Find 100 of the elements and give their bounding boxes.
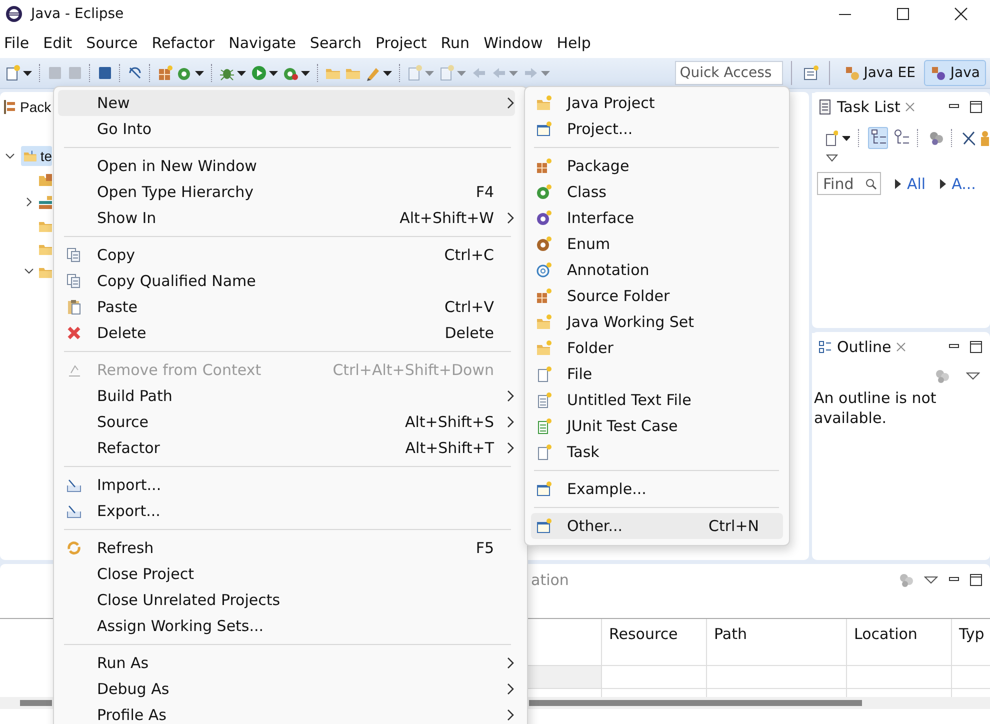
- new-task-icon[interactable]: [824, 130, 838, 146]
- menu-item[interactable]: Copy Ctrl+C: [58, 242, 515, 268]
- circle-icon: [536, 236, 552, 252]
- chevron-icon[interactable]: [24, 266, 34, 276]
- menu-item[interactable]: Edit: [39, 34, 80, 52]
- menu-item[interactable]: Copy Qualified Name: [58, 268, 515, 294]
- tools-icon[interactable]: [283, 65, 299, 81]
- close-icon[interactable]: [954, 7, 968, 21]
- view-menu-icon[interactable]: [924, 576, 938, 584]
- perspective-button[interactable]: Java: [924, 60, 986, 86]
- menu-item[interactable]: Example...: [531, 476, 783, 502]
- menu-item[interactable]: Close Project: [58, 561, 515, 587]
- menu-item[interactable]: Delete Delete: [58, 320, 515, 346]
- maximize-icon[interactable]: [970, 101, 982, 113]
- menu-item[interactable]: File: [531, 361, 783, 387]
- column-header[interactable]: Typ: [952, 619, 990, 666]
- menu-item[interactable]: Refresh F5: [58, 535, 515, 561]
- package-folder-icon[interactable]: [38, 172, 52, 186]
- menu-item[interactable]: Source Folder: [531, 283, 783, 309]
- menu-item[interactable]: Enum: [531, 231, 783, 257]
- menu-item[interactable]: Annotation: [531, 257, 783, 283]
- export-icon: [66, 503, 82, 519]
- focus-icon[interactable]: [927, 129, 944, 147]
- menu-item[interactable]: Import...: [58, 472, 515, 498]
- panel-title[interactable]: Pack: [20, 99, 52, 115]
- task-list-icon: [818, 99, 832, 115]
- tree-item[interactable]: te: [21, 146, 52, 166]
- menu-item[interactable]: Interface: [531, 205, 783, 231]
- menu-item[interactable]: Source Alt+Shift+S: [58, 409, 515, 435]
- menu-item[interactable]: Search: [306, 34, 368, 52]
- menu-item[interactable]: Run As: [58, 650, 515, 676]
- menu-item[interactable]: Class: [531, 179, 783, 205]
- panel-tab[interactable]: ation: [531, 571, 569, 589]
- menu-item[interactable]: Refactor: [148, 34, 222, 52]
- chevron-icon[interactable]: [5, 150, 15, 160]
- menu-item[interactable]: Project: [371, 34, 434, 52]
- menu-item[interactable]: Assign Working Sets...: [58, 613, 515, 639]
- menu-item[interactable]: Java Project: [531, 90, 783, 116]
- menu-item[interactable]: Untitled Text File: [531, 387, 783, 413]
- menu-item[interactable]: Paste Ctrl+V: [58, 294, 515, 320]
- menu-item[interactable]: Navigate: [224, 34, 303, 52]
- document-icon: [536, 418, 552, 434]
- filter-link[interactable]: A...: [952, 174, 976, 192]
- view-menu-icon[interactable]: [966, 372, 980, 380]
- column-header[interactable]: Path: [707, 619, 847, 666]
- menu-item[interactable]: Source: [82, 34, 145, 52]
- class-icon[interactable]: [177, 65, 193, 81]
- menu-item[interactable]: Open in New Window: [58, 153, 515, 179]
- app-icon: [5, 5, 23, 23]
- menu-item[interactable]: Package: [531, 153, 783, 179]
- menu-item[interactable]: Close Unrelated Projects: [58, 587, 515, 613]
- view-menu-icon[interactable]: [826, 154, 838, 162]
- expand-arrow-icon[interactable]: [940, 178, 946, 188]
- menu-item[interactable]: File: [0, 34, 36, 52]
- column-header[interactable]: Resource: [602, 619, 707, 666]
- menu-item[interactable]: Export...: [58, 498, 515, 524]
- open-perspective-icon[interactable]: [802, 65, 819, 81]
- x-icon[interactable]: [961, 130, 976, 146]
- filter-link[interactable]: All: [907, 174, 926, 192]
- menu-item[interactable]: Project...: [531, 116, 783, 142]
- window-icon: [536, 121, 552, 137]
- menu-item[interactable]: Build Path: [58, 383, 515, 409]
- menu-item[interactable]: Profile As: [58, 702, 515, 724]
- chevron-icon[interactable]: [24, 196, 34, 206]
- categorized-icon[interactable]: [868, 127, 888, 149]
- scrollbar-thumb[interactable]: [20, 700, 52, 706]
- link-icon[interactable]: [127, 65, 143, 81]
- menu-item[interactable]: Window: [480, 34, 550, 52]
- expand-arrow-icon[interactable]: [895, 178, 901, 188]
- window-icon: [536, 481, 552, 497]
- menu-item[interactable]: Show In Alt+Shift+W: [58, 205, 515, 231]
- document-icon: [536, 444, 552, 460]
- scrollbar-thumb[interactable]: [529, 700, 862, 706]
- find-field[interactable]: Find: [817, 172, 881, 195]
- menu-item[interactable]: Open Type Hierarchy F4: [58, 179, 515, 205]
- package-icon[interactable]: [157, 65, 173, 81]
- tree-view-icon: [3, 99, 17, 115]
- perspective-button[interactable]: Java EE: [838, 60, 920, 86]
- library-icon[interactable]: [38, 194, 52, 208]
- menu-item[interactable]: New: [58, 90, 515, 116]
- menu-item[interactable]: Other... Ctrl+N: [531, 513, 783, 539]
- quick-access-field[interactable]: Quick Access: [674, 61, 783, 85]
- menu-item[interactable]: Debug As: [58, 676, 515, 702]
- new-file-icon[interactable]: [5, 65, 21, 81]
- menu-item[interactable]: Help: [552, 34, 598, 52]
- menu-item[interactable]: Task: [531, 439, 783, 465]
- at-sign-icon: [536, 262, 552, 278]
- run-icon[interactable]: [251, 65, 267, 81]
- maximize-icon[interactable]: [897, 8, 909, 20]
- search-icon[interactable]: [865, 178, 877, 190]
- menu-item[interactable]: Java Working Set: [531, 309, 783, 335]
- menu-item[interactable]: Run: [436, 34, 477, 52]
- menu-item[interactable]: JUnit Test Case: [531, 413, 783, 439]
- menu-item[interactable]: Refactor Alt+Shift+T: [58, 435, 515, 461]
- column-header[interactable]: Location: [847, 619, 952, 666]
- maximize-icon[interactable]: [970, 341, 982, 353]
- maximize-icon[interactable]: [970, 574, 982, 586]
- menu-item[interactable]: Go Into: [58, 116, 515, 142]
- console-icon[interactable]: [97, 65, 113, 81]
- menu-item[interactable]: Folder: [531, 335, 783, 361]
